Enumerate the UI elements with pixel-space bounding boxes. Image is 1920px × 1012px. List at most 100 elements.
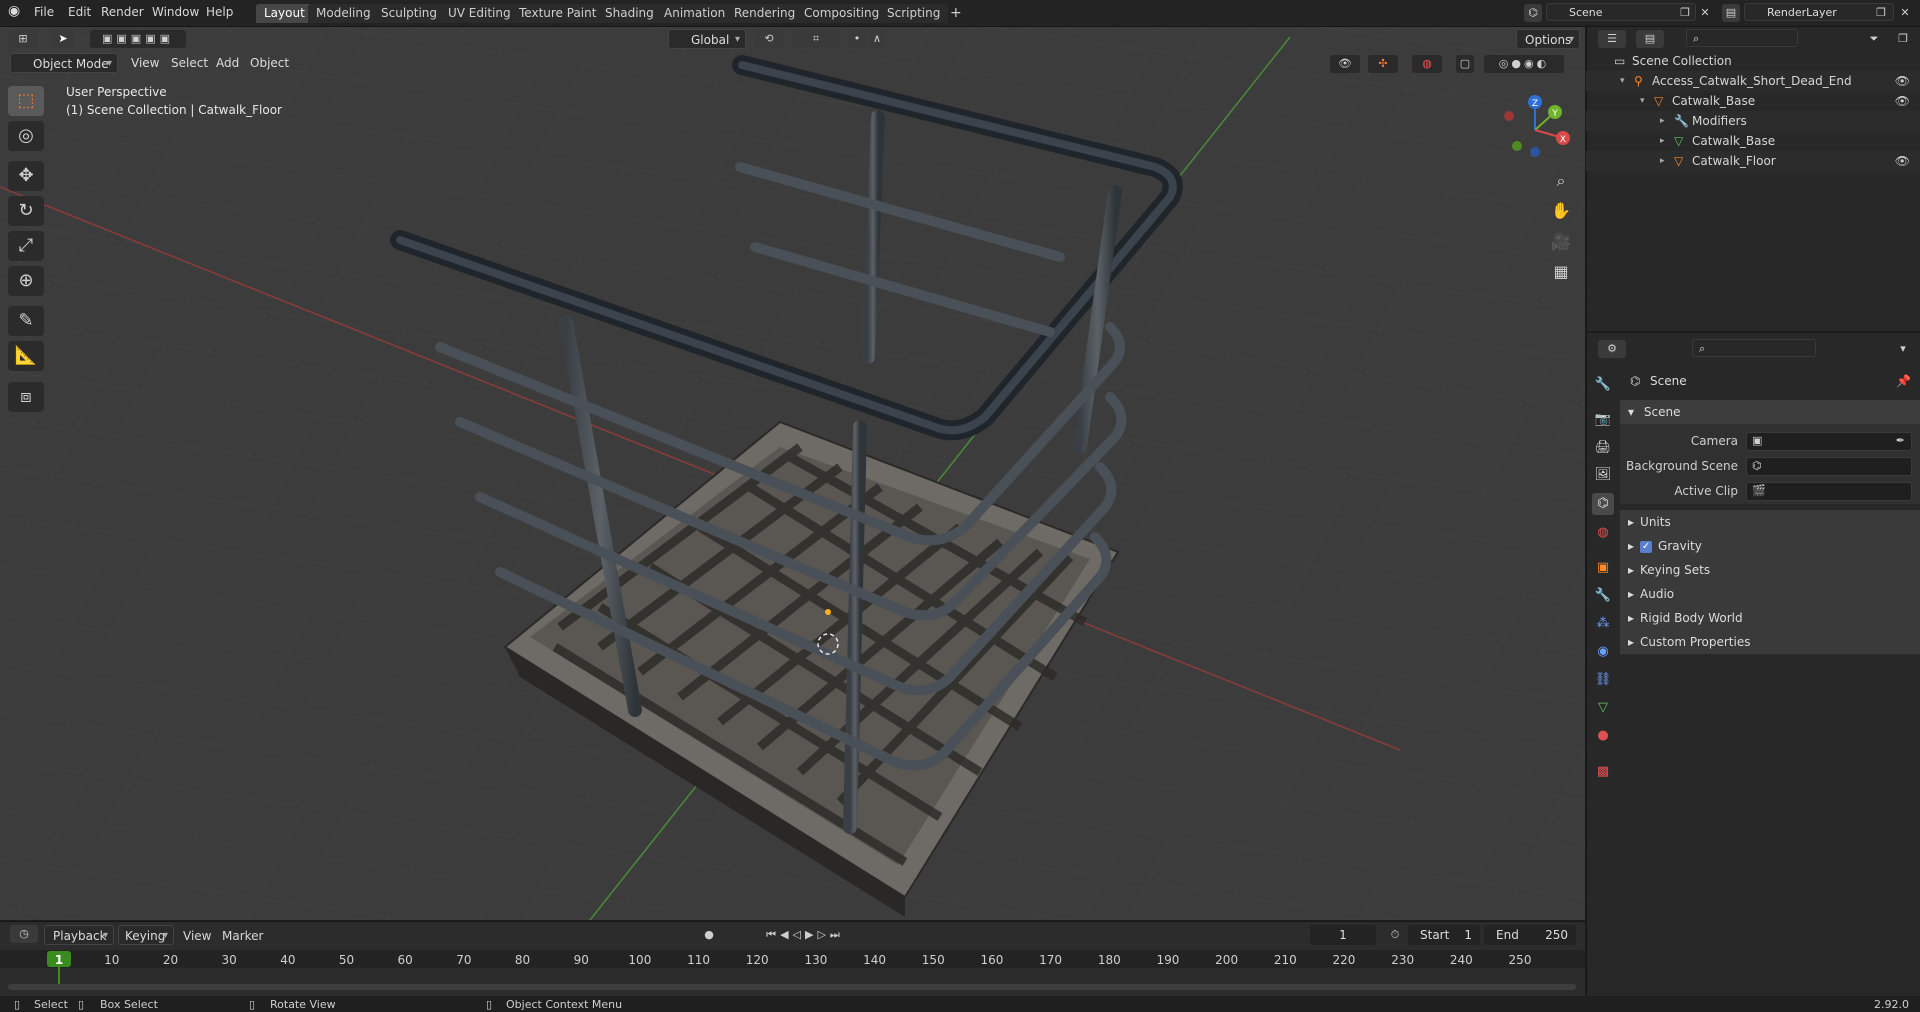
expand-toggle-icon[interactable]: ▸ (1660, 131, 1665, 151)
menu-render[interactable]: Render (101, 5, 144, 19)
properties-options-icon[interactable]: ▾ (1894, 340, 1912, 358)
tab-sculpting[interactable]: Sculpting (373, 4, 446, 23)
scale-tool-icon[interactable]: ⤢ (8, 231, 44, 261)
tab-animation[interactable]: Animation (656, 4, 734, 23)
delete-view-layer-icon[interactable]: ✕ (1896, 4, 1914, 22)
scene-selector-icon[interactable]: ⌬ (1524, 4, 1542, 22)
modifier-tab-icon[interactable]: 🔧 (1592, 585, 1614, 607)
add-workspace-button[interactable]: + (942, 4, 970, 23)
outliner-search-input[interactable]: ⌕ (1686, 29, 1798, 47)
tab-layout[interactable]: Layout (256, 4, 313, 23)
keying-dropdown[interactable]: Keying (118, 925, 174, 946)
delete-scene-icon[interactable]: ✕ (1696, 4, 1714, 22)
pin-icon[interactable]: 📌 (1896, 374, 1911, 388)
outliner-row[interactable]: ▸ ▽ Catwalk_Floor 👁 (1586, 151, 1920, 171)
subsection-custom-properties[interactable]: ▸ Custom Properties (1620, 630, 1920, 655)
playback-controls-icons[interactable]: ⏮◀◁▶▷⏭ (745, 926, 865, 944)
outliner-editor-type-icon[interactable]: ☰ (1598, 30, 1626, 48)
filter-icon[interactable]: ⏷ (1860, 30, 1888, 48)
scene-section-header[interactable]: ▾ Scene (1620, 400, 1920, 424)
visibility-eye-icon[interactable]: 👁 (1895, 71, 1910, 91)
gizmo-toggle-icon[interactable]: ✣ (1368, 55, 1398, 73)
tab-modeling[interactable]: Modeling (308, 4, 379, 23)
view-layer-icon[interactable]: ▤ (1722, 4, 1740, 22)
visibility-icon[interactable]: 👁 (1330, 55, 1360, 73)
timeline-menu-view[interactable]: View (183, 929, 211, 943)
cursor-tool-icon[interactable]: ◎ (8, 121, 44, 151)
blender-logo-icon[interactable]: ◉ (8, 3, 20, 19)
add-cube-tool-icon[interactable]: ⧈ (8, 382, 44, 412)
subsection-units[interactable]: ▸ Units (1620, 510, 1920, 535)
subsection-keying-sets[interactable]: ▸ Keying Sets (1620, 558, 1920, 583)
texture-tab-icon[interactable]: ▩ (1592, 761, 1614, 783)
subsection-audio[interactable]: ▸ Audio (1620, 582, 1920, 607)
expand-toggle-icon[interactable]: ▸ (1660, 111, 1665, 131)
playback-dropdown[interactable]: Playback (44, 925, 114, 946)
subsection-gravity[interactable]: ▸ ✓ Gravity (1620, 534, 1920, 559)
vp-menu-add[interactable]: Add (216, 56, 239, 70)
world-tab-icon[interactable]: ◍ (1592, 522, 1614, 544)
transform-orientation-dropdown[interactable]: Global (668, 29, 746, 50)
new-view-layer-icon[interactable]: ❐ (1872, 4, 1890, 22)
expand-toggle-icon[interactable]: ▸ (1660, 151, 1665, 171)
outliner-row[interactable]: ▾ ▽ Catwalk_Base 👁 (1586, 91, 1920, 111)
background-scene-field[interactable]: ⌬ (1746, 457, 1912, 476)
select-box-tool[interactable]: ⬚ (8, 86, 44, 116)
annotate-tool-icon[interactable]: ✎ (8, 306, 44, 336)
gravity-checkbox[interactable]: ✓ (1640, 540, 1653, 553)
physics-tab-icon[interactable]: ◉ (1592, 641, 1614, 663)
tab-texture-paint[interactable]: Texture Paint (511, 4, 605, 23)
timeline-editor-type-icon[interactable]: ◷ (10, 925, 38, 943)
vp-menu-object[interactable]: Object (250, 56, 289, 70)
camera-field[interactable]: ▣ ✒ (1746, 432, 1912, 451)
particles-tab-icon[interactable]: ⁂ (1592, 613, 1614, 635)
outliner-row[interactable]: ▸ ▽ Catwalk_Base (1586, 131, 1920, 151)
transform-tool-icon[interactable]: ⊕ (8, 266, 44, 296)
proportional-editing-icon[interactable]: • (848, 30, 866, 48)
selection-mode-icons[interactable]: ▣▣▣▣▣ (90, 30, 186, 48)
start-frame-field[interactable]: Start 1 (1408, 925, 1480, 945)
tab-scripting[interactable]: Scripting (879, 4, 949, 23)
snapping-icon[interactable]: ⌗ (792, 30, 840, 48)
vp-menu-select[interactable]: Select (171, 56, 208, 70)
select-tool-icon[interactable]: ➤ (52, 30, 74, 48)
perspective-grid-icon[interactable]: ▦ (1547, 258, 1575, 286)
new-collection-icon[interactable]: ❐ (1894, 30, 1912, 48)
outliner-row[interactable]: ▭ Scene Collection (1586, 51, 1920, 71)
mode-dropdown[interactable]: Object Mode (10, 53, 118, 74)
properties-editor-type-icon[interactable]: ⚙ (1598, 340, 1626, 358)
falloff-icon[interactable]: ∧ (868, 30, 886, 48)
rotate-tool-icon[interactable]: ↻ (8, 196, 44, 226)
timeline-menu-marker[interactable]: Marker (222, 929, 263, 943)
display-mode-icon[interactable]: ▤ (1636, 30, 1664, 48)
3d-viewport[interactable] (0, 27, 1585, 920)
zoom-icon[interactable]: ⌕ (1547, 167, 1575, 195)
xray-toggle-icon[interactable]: ▢ (1456, 55, 1474, 73)
options-dropdown[interactable]: Options (1516, 29, 1580, 50)
expand-toggle-icon[interactable]: ▾ (1620, 71, 1625, 91)
timeline-scrollbar[interactable] (8, 984, 1576, 990)
material-tab-icon[interactable]: ● (1592, 725, 1614, 747)
active-clip-field[interactable]: 🎬 (1746, 482, 1912, 501)
properties-search-input[interactable]: ⌕ (1692, 339, 1816, 357)
tool-tab-icon[interactable]: 🔧 (1592, 374, 1614, 396)
camera-view-icon[interactable]: 🎥 (1547, 228, 1575, 256)
tab-uv-editing[interactable]: UV Editing (440, 4, 519, 23)
editor-type-icon[interactable]: ⊞ (8, 30, 38, 48)
outliner-row[interactable]: ▾ ⚲ Access_Catwalk_Short_Dead_End 👁 (1586, 71, 1920, 91)
current-frame-field[interactable]: 1 (1310, 925, 1376, 945)
expand-toggle-icon[interactable]: ▾ (1640, 91, 1645, 111)
tab-shading[interactable]: Shading (597, 4, 662, 23)
end-frame-field[interactable]: End 250 (1484, 925, 1576, 945)
eyedropper-icon[interactable]: ✒ (1896, 434, 1905, 447)
menu-help[interactable]: Help (206, 5, 233, 19)
visibility-eye-icon[interactable]: 👁 (1895, 151, 1910, 171)
tab-rendering[interactable]: Rendering (726, 4, 804, 23)
object-tab-icon[interactable]: ▣ (1592, 557, 1614, 579)
visibility-eye-icon[interactable]: 👁 (1895, 91, 1910, 111)
scene-name-field[interactable]: Scene (1546, 3, 1696, 21)
tab-compositing[interactable]: Compositing (796, 4, 888, 23)
measure-tool-icon[interactable]: 📐 (8, 341, 44, 371)
pan-hand-icon[interactable]: ✋ (1547, 197, 1575, 225)
menu-window[interactable]: Window (152, 5, 199, 19)
